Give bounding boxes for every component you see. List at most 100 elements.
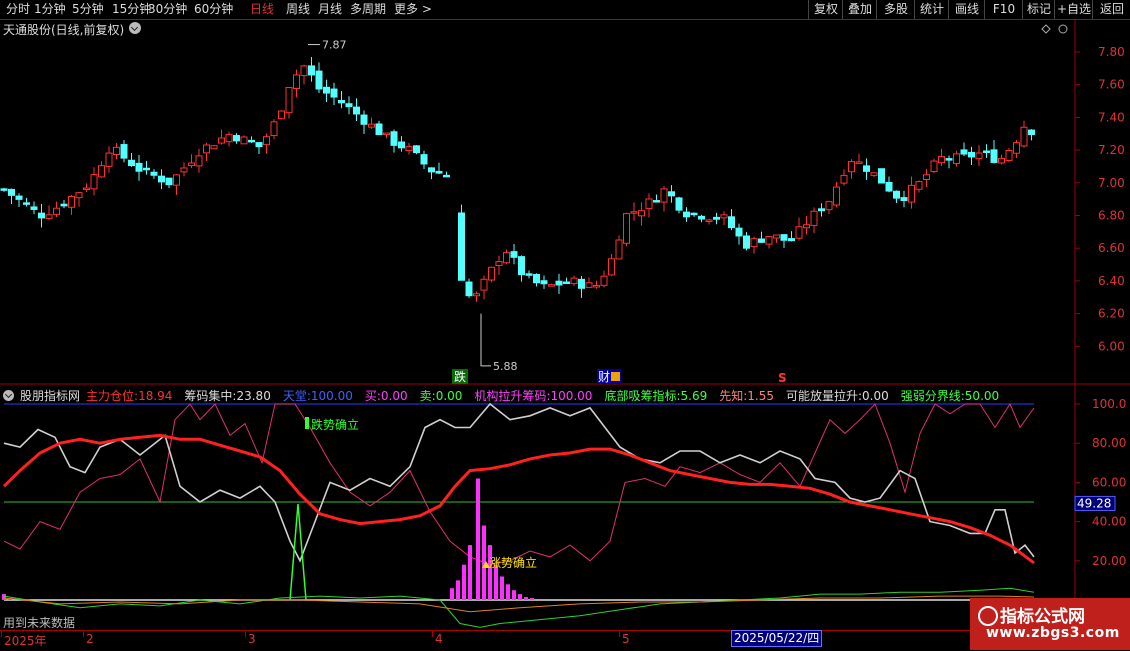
toolbar-button[interactable]: F10 [984, 0, 1023, 19]
period-tab[interactable]: 月线 [318, 1, 342, 18]
candle [908, 176, 915, 209]
candle [660, 185, 668, 212]
candle [968, 146, 975, 165]
candle [825, 200, 833, 215]
date-tick-label: 5 [622, 632, 630, 646]
current-value-label: 49.28 [1077, 496, 1111, 510]
candle [120, 140, 128, 163]
date-tick [83, 631, 84, 637]
candle [690, 212, 698, 217]
candle [518, 255, 525, 282]
drop-marker-label: 跌 [454, 369, 466, 384]
period-tab[interactable]: 5分钟 [72, 1, 104, 18]
candle [713, 212, 720, 225]
toolbar-button[interactable]: +自选 [1054, 0, 1093, 19]
toolbar-button[interactable]: 统计 [914, 0, 949, 19]
candle [338, 90, 345, 109]
candle [383, 132, 390, 139]
price-tick-label: 7.20 [1098, 143, 1125, 157]
toolbar-button[interactable]: 叠加 [842, 0, 877, 19]
candle [803, 215, 810, 235]
institution-bar [450, 588, 454, 600]
date-tick [245, 631, 246, 637]
candle [420, 150, 428, 169]
price-tick-label: 6.00 [1098, 339, 1125, 353]
date-tick-label: 2025年 [4, 634, 47, 648]
candle [765, 236, 773, 249]
date-tick-label: 2 [86, 632, 94, 646]
finance-marker-label: 财 [598, 370, 610, 384]
candle [990, 140, 998, 164]
candle [525, 270, 533, 279]
period-tab[interactable]: 周线 [286, 1, 310, 18]
downtrend-annotation: 跌势确立 [311, 417, 359, 432]
future-data-note: 用到未来数据 [3, 616, 76, 630]
candle [53, 201, 60, 218]
price-tick-label: 7.40 [1098, 110, 1125, 124]
watermark-logo: 指标公式网 www.zbgs3.com [970, 598, 1130, 650]
date-tick [619, 631, 620, 637]
candle [23, 197, 30, 207]
candle [1020, 120, 1028, 148]
candlestick-chart[interactable]: 7.80 7.60 7.40 7.20 7.00 6.80 6.60 6.40 6.20 6.00… [0, 20, 1130, 385]
candle [375, 120, 383, 136]
candle [975, 145, 983, 167]
period-tab[interactable]: 30分钟 [148, 1, 187, 18]
candle [473, 291, 480, 302]
candle [173, 173, 180, 195]
toolbar-button[interactable]: 返回 [1092, 0, 1130, 19]
toolbar-button[interactable]: 复权 [808, 0, 843, 19]
candle [780, 234, 788, 248]
price-tick-label: 7.60 [1098, 78, 1125, 92]
candle [510, 243, 518, 265]
candle [38, 203, 45, 228]
uptrend-annotation: 涨势确立 [489, 555, 537, 570]
period-tab[interactable]: 60分钟 [194, 1, 233, 18]
candle [293, 69, 300, 98]
low-price-label: 5.88 [493, 360, 518, 373]
indicator-chart[interactable]: 100.0 80.00 60.00 40.00 20.00 49.28 跌势确立涨势确立 [0, 385, 1130, 630]
candle [488, 266, 495, 283]
institution-bar [456, 580, 460, 600]
date-tick-label: 4 [435, 632, 443, 646]
period-toolbar: 分时 1分钟 5分钟 15分钟 30分钟 60分钟 日线 周线 月线 多周期 更多 > 复权 叠加 多股统… [0, 0, 1130, 20]
candle [608, 253, 615, 276]
period-tab[interactable]: 日线 [250, 1, 274, 18]
candle [233, 133, 240, 144]
candle [840, 169, 848, 186]
candle [623, 212, 630, 247]
candle [158, 169, 165, 190]
candle [75, 191, 83, 207]
period-tab[interactable]: 多周期 [350, 1, 386, 18]
candle [915, 180, 923, 193]
toolbar-button[interactable]: 标记 [1022, 0, 1055, 19]
toolbar-button[interactable]: 多股 [876, 0, 915, 19]
candle [98, 161, 105, 178]
candle [443, 171, 450, 178]
period-tab[interactable]: 1分钟 [34, 1, 66, 18]
candle [743, 231, 750, 251]
toolbar-button[interactable]: 画线 [948, 0, 985, 19]
circle-icon[interactable] [1058, 24, 1068, 34]
period-tab[interactable]: 分时 [6, 1, 30, 18]
candle [203, 142, 210, 161]
candle [113, 143, 120, 160]
candle [863, 158, 870, 180]
period-tab[interactable]: 更多 > [394, 1, 432, 18]
candle [728, 209, 735, 231]
period-tab[interactable]: 15分钟 [112, 1, 151, 18]
institution-bar [506, 584, 510, 600]
candle [240, 135, 248, 145]
low-pointer [480, 313, 491, 367]
chip-concentration-line [3, 402, 1035, 563]
candle [188, 154, 195, 169]
candle [758, 231, 765, 244]
diamond-icon[interactable] [1041, 24, 1051, 34]
candle [285, 87, 293, 119]
s-marker[interactable]: S [778, 371, 787, 385]
candle [90, 167, 98, 196]
candle [683, 207, 690, 223]
candle [810, 207, 818, 234]
institution-bar [518, 594, 522, 600]
price-tick-label: 6.40 [1098, 274, 1125, 288]
